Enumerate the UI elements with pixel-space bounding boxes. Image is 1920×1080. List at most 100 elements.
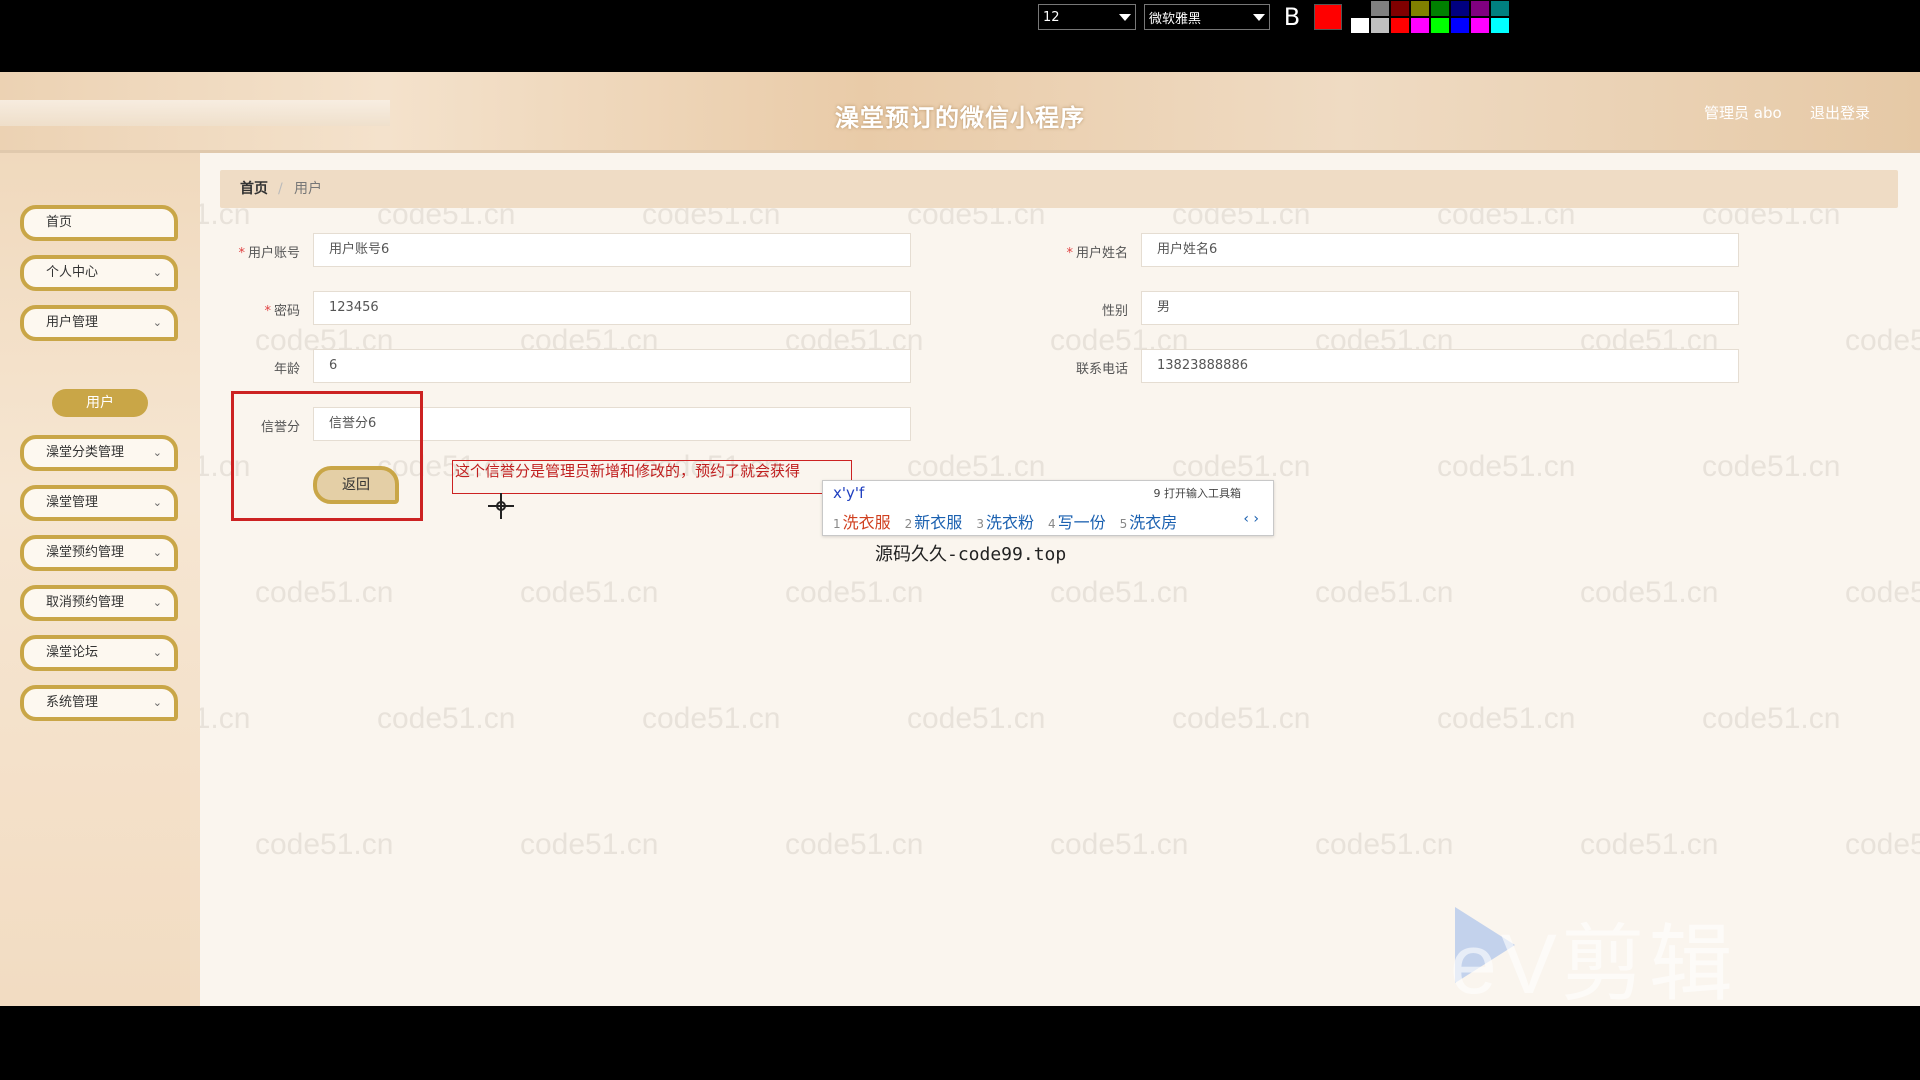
- password-label: * 密码: [180, 300, 300, 319]
- ime-page-arrows[interactable]: ‹ ›: [1243, 511, 1259, 527]
- ime-candidate[interactable]: 5 洗衣房: [1120, 509, 1178, 533]
- breadcrumb-separator: /: [278, 181, 283, 197]
- font-size-select[interactable]: 12: [1038, 4, 1136, 30]
- sidebar-item-personal-center[interactable]: 个人中心 ⌄: [20, 255, 178, 291]
- account-label: * 用户账号: [180, 242, 300, 261]
- watermark-text: code51.cn: [1845, 324, 1920, 357]
- sidebar-item-label: 澡堂预约管理: [46, 545, 125, 560]
- sidebar-item-cancel-booking[interactable]: 取消预约管理 ⌄: [20, 585, 178, 621]
- ime-candidate-popup: x'y'f 9 打开输入工具箱 1 洗衣服 2 新衣服 3 洗衣粉 4 写一份 5 洗衣房…: [822, 480, 1274, 536]
- palette-color-swatch[interactable]: [1491, 1, 1509, 16]
- chevron-down-icon: ⌄: [152, 596, 162, 609]
- name-label: * 用户姓名: [1008, 242, 1128, 261]
- required-mark: *: [238, 246, 245, 261]
- age-field[interactable]: 6: [313, 349, 911, 383]
- breadcrumb: 首页 / 用户: [220, 170, 1898, 208]
- font-family-select[interactable]: 微软雅黑: [1144, 4, 1270, 30]
- sidebar-item-bath-category[interactable]: 澡堂分类管理 ⌄: [20, 435, 178, 471]
- sidebar: 首页 个人中心 ⌄ 用户管理 ⌄ 用户 澡堂分类管理 ⌄ 澡堂管理 ⌄ 澡堂预约管理 ⌄ …: [0, 153, 200, 1006]
- app-screen: code51.cn code51.cn code51.cn code51.cn code…: [0, 72, 1920, 1006]
- palette-color-swatch[interactable]: [1351, 1, 1369, 16]
- sidebar-item-system[interactable]: 系统管理 ⌄: [20, 685, 178, 721]
- sidebar-item-home[interactable]: 首页: [20, 205, 178, 241]
- sidebar-item-forum[interactable]: 澡堂论坛 ⌄: [20, 635, 178, 671]
- name-label-text: 用户姓名: [1075, 246, 1128, 261]
- current-color-swatch[interactable]: [1314, 4, 1342, 30]
- palette-color-swatch[interactable]: [1391, 1, 1409, 16]
- ime-candidate[interactable]: 2 新衣服: [905, 509, 963, 533]
- watermark-text: code51.cn: [377, 702, 516, 735]
- watermark-text: code51.cn: [1172, 450, 1311, 483]
- palette-color-swatch[interactable]: [1431, 1, 1449, 16]
- palette-color-swatch[interactable]: [1491, 18, 1509, 33]
- candidate-number: 4: [1047, 517, 1056, 531]
- watermark-text: code51.cn: [1580, 576, 1719, 609]
- ime-toolbox-link[interactable]: 9 打开输入工具箱: [1154, 485, 1242, 501]
- source-credit-text: 源码久久-code99.top: [875, 544, 1067, 565]
- sidebar-item-booking-management[interactable]: 澡堂预约管理 ⌄: [20, 535, 178, 571]
- watermark-text: code51.cn: [255, 828, 394, 861]
- chevron-down-icon: ⌄: [152, 446, 162, 459]
- color-palette: [1350, 0, 1510, 34]
- watermark-text: code51.cn: [1845, 828, 1920, 861]
- app-title: 澡堂预订的微信小程序: [835, 104, 1085, 132]
- palette-color-swatch[interactable]: [1451, 1, 1469, 16]
- watermark-text: code51.cn: [642, 702, 781, 735]
- palette-color-swatch[interactable]: [1391, 18, 1409, 33]
- back-button[interactable]: 返回: [313, 466, 399, 504]
- sidebar-item-label: 澡堂论坛: [46, 645, 99, 660]
- sidebar-item-label: 个人中心: [46, 265, 99, 280]
- ime-candidate[interactable]: 1 洗衣服: [833, 509, 891, 533]
- candidate-text: 新衣服: [914, 513, 963, 532]
- breadcrumb-home[interactable]: 首页: [240, 170, 268, 208]
- palette-color-swatch[interactable]: [1471, 1, 1489, 16]
- watermark-text: code51.cn: [520, 576, 659, 609]
- sidebar-item-label: 用户管理: [46, 315, 99, 330]
- gender-label: 性别: [1101, 304, 1128, 319]
- candidate-text: 洗衣房: [1129, 513, 1178, 532]
- chevron-down-icon: ⌄: [152, 696, 162, 709]
- password-field[interactable]: 123456: [313, 291, 911, 325]
- palette-color-swatch[interactable]: [1411, 1, 1429, 16]
- account-label-text: 用户账号: [247, 246, 300, 261]
- chevron-down-icon: ⌄: [152, 546, 162, 559]
- palette-color-swatch[interactable]: [1371, 18, 1389, 33]
- watermark-text: code51.cn: [785, 828, 924, 861]
- name-field[interactable]: 用户姓名6: [1141, 233, 1739, 267]
- ime-candidate[interactable]: 3 洗衣粉: [976, 509, 1034, 533]
- palette-color-swatch[interactable]: [1431, 18, 1449, 33]
- annotation-note[interactable]: 这个信誉分是管理员新增和修改的，预约了就会获得: [452, 460, 852, 494]
- crosshair-cursor-icon: [488, 493, 514, 519]
- gender-field[interactable]: 男: [1141, 291, 1739, 325]
- watermark-text: code51.cn: [1437, 702, 1576, 735]
- sidebar-item-user-management[interactable]: 用户管理 ⌄: [20, 305, 178, 341]
- sidebar-subitem-user[interactable]: 用户: [52, 389, 148, 417]
- phone-field[interactable]: 13823888886: [1141, 349, 1739, 383]
- editor-toolbar: 12 微软雅黑 B: [1038, 0, 1510, 34]
- palette-color-swatch[interactable]: [1471, 18, 1489, 33]
- palette-color-swatch[interactable]: [1371, 1, 1389, 16]
- account-field[interactable]: 用户账号6: [313, 233, 911, 267]
- candidate-number: 3: [976, 517, 984, 531]
- chevron-down-icon: ⌄: [152, 316, 162, 329]
- ime-composition-text: x'y'f: [833, 484, 865, 502]
- dropdown-arrow-icon: [1253, 13, 1265, 21]
- header: 澡堂预订的微信小程序 管理员 abo 退出登录: [0, 72, 1920, 153]
- palette-color-swatch[interactable]: [1351, 18, 1369, 33]
- bold-button[interactable]: B: [1278, 3, 1306, 31]
- age-label: 年龄: [273, 362, 300, 377]
- palette-color-swatch[interactable]: [1451, 18, 1469, 33]
- sidebar-item-label: 首页: [46, 215, 73, 230]
- watermark-text: code51.cn: [1702, 702, 1841, 735]
- candidate-text: 洗衣粉: [985, 513, 1034, 532]
- required-mark: *: [1066, 246, 1073, 261]
- password-label-text: 密码: [273, 304, 300, 319]
- sidebar-item-label: 取消预约管理: [46, 595, 125, 610]
- palette-color-swatch[interactable]: [1411, 18, 1429, 33]
- logout-link[interactable]: 退出登录: [1810, 102, 1870, 123]
- ime-candidate[interactable]: 4 写一份: [1048, 509, 1106, 533]
- watermark-text: code51.cn: [255, 576, 394, 609]
- sidebar-item-bath-management[interactable]: 澡堂管理 ⌄: [20, 485, 178, 521]
- admin-user-label: 管理员 abo: [1704, 104, 1782, 122]
- watermark-text: code51.cn: [1050, 828, 1189, 861]
